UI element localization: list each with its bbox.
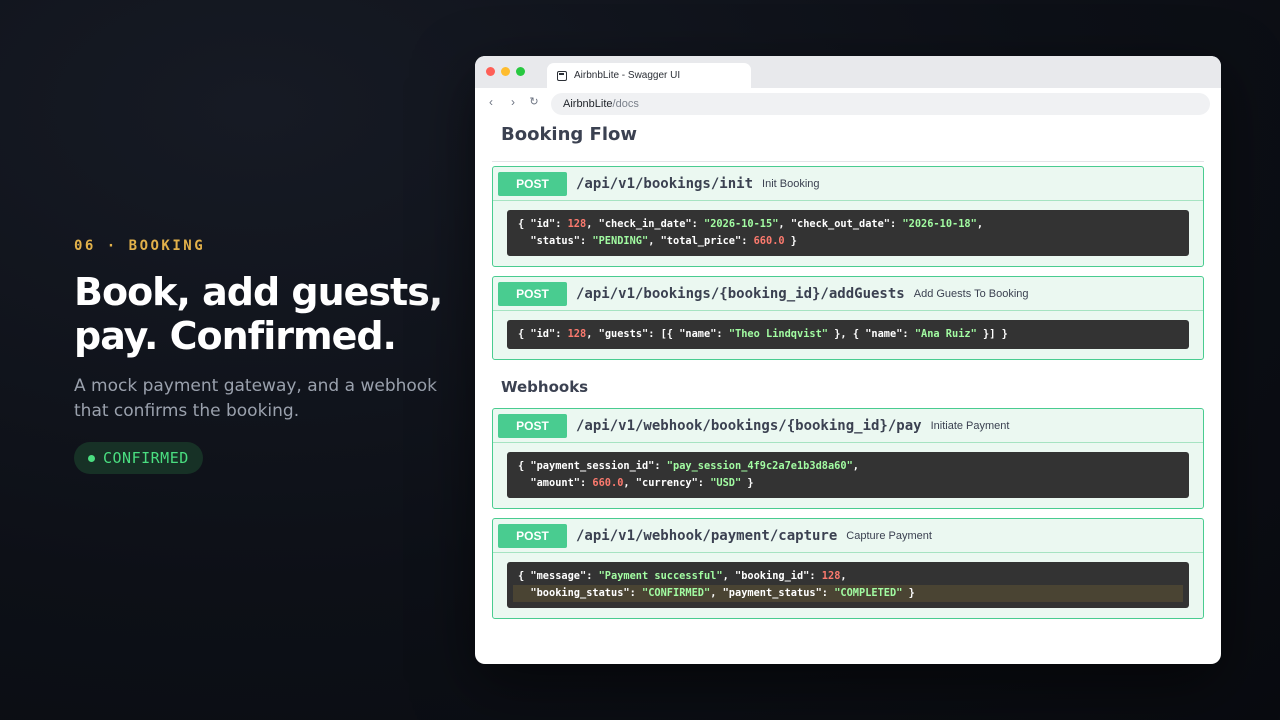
code-line: { "id": 128, "check_in_date": "2026-10-1… xyxy=(518,218,984,230)
back-arrow-icon[interactable]: ‹ xyxy=(485,95,497,109)
operation-header[interactable]: POST /api/v1/bookings/{booking_id}/addGu… xyxy=(493,277,1203,311)
operation-summary: Init Booking xyxy=(762,177,820,190)
subtitle-line-2: that confirms the booking. xyxy=(74,401,300,421)
operation-body: { "message": "Payment successful", "book… xyxy=(493,553,1203,618)
operation-body: { "payment_session_id": "pay_session_4f9… xyxy=(493,443,1203,508)
method-badge: POST xyxy=(498,171,567,196)
hero-panel: 06 · BOOKING Book, add guests, pay. Conf… xyxy=(74,238,454,474)
url-host: AirbnbLite xyxy=(563,98,613,110)
operation-init-booking: POST /api/v1/bookings/init Init Booking … xyxy=(492,166,1204,267)
headline-line-2: pay. Confirmed. xyxy=(74,314,397,358)
address-bar: ‹ › ↻ AirbnbLite/docs xyxy=(475,88,1221,118)
window-controls xyxy=(486,67,525,76)
operation-path: /api/v1/bookings/init xyxy=(576,175,754,192)
operation-header[interactable]: POST /api/v1/webhook/payment/capture Cap… xyxy=(493,519,1203,553)
status-badge: CONFIRMED xyxy=(74,442,203,474)
operation-summary: Initiate Payment xyxy=(930,419,1010,432)
response-code-block: { "id": 128, "guests": [{ "name": "Theo … xyxy=(507,320,1189,349)
operation-capture-payment: POST /api/v1/webhook/payment/capture Cap… xyxy=(492,518,1204,619)
operation-header[interactable]: POST /api/v1/webhook/bookings/{booking_i… xyxy=(493,409,1203,443)
operation-body: { "id": 128, "check_in_date": "2026-10-1… xyxy=(493,201,1203,266)
code-line: "status": "PENDING", "total_price": 660.… xyxy=(518,235,797,247)
subtitle: A mock payment gateway, and a webhook th… xyxy=(74,374,454,424)
operation-path: /api/v1/webhook/bookings/{booking_id}/pa… xyxy=(576,417,922,434)
response-code-block: { "id": 128, "check_in_date": "2026-10-1… xyxy=(507,210,1189,256)
method-badge: POST xyxy=(498,413,567,438)
headline: Book, add guests, pay. Confirmed. xyxy=(74,270,454,358)
forward-arrow-icon[interactable]: › xyxy=(507,95,519,109)
code-line: { "id": 128, "guests": [{ "name": "Theo … xyxy=(518,328,1008,340)
code-line: { "payment_session_id": "pay_session_4f9… xyxy=(518,460,859,472)
tab-title: AirbnbLite - Swagger UI xyxy=(574,70,681,81)
code-line: "amount": 660.0, "currency": "USD" } xyxy=(518,477,754,489)
browser-window: AirbnbLite - Swagger UI ‹ › ↻ AirbnbLite… xyxy=(475,56,1221,664)
operation-body: { "id": 128, "guests": [{ "name": "Theo … xyxy=(493,311,1203,359)
tab-bar: AirbnbLite - Swagger UI xyxy=(475,56,1221,88)
operation-add-guests: POST /api/v1/bookings/{booking_id}/addGu… xyxy=(492,276,1204,360)
tab-favicon-icon xyxy=(557,70,567,81)
response-code-block: { "message": "Payment successful", "book… xyxy=(507,562,1189,608)
browser-tab[interactable]: AirbnbLite - Swagger UI xyxy=(547,63,751,88)
operation-initiate-payment: POST /api/v1/webhook/bookings/{booking_i… xyxy=(492,408,1204,509)
maximize-window-icon[interactable] xyxy=(516,67,525,76)
subtitle-line-1: A mock payment gateway, and a webhook xyxy=(74,376,438,396)
operation-path: /api/v1/webhook/payment/capture xyxy=(576,527,838,544)
highlighted-code-line: "booking_status": "CONFIRMED", "payment_… xyxy=(513,585,1183,602)
method-badge: POST xyxy=(498,281,567,306)
method-badge: POST xyxy=(498,523,567,548)
url-path: /docs xyxy=(612,98,639,110)
code-line: { "message": "Payment successful", "book… xyxy=(518,570,847,582)
operation-header[interactable]: POST /api/v1/bookings/init Init Booking xyxy=(493,167,1203,201)
status-dot-icon xyxy=(88,454,95,462)
reload-icon[interactable]: ↻ xyxy=(528,95,540,109)
swagger-content: Booking Flow POST /api/v1/bookings/init … xyxy=(492,118,1204,619)
operation-summary: Add Guests To Booking xyxy=(913,287,1029,300)
minimize-window-icon[interactable] xyxy=(501,67,510,76)
response-code-block: { "payment_session_id": "pay_session_4f9… xyxy=(507,452,1189,498)
section-title-booking-flow[interactable]: Booking Flow xyxy=(492,118,1204,162)
operation-summary: Capture Payment xyxy=(846,529,932,542)
section-title-webhooks[interactable]: Webhooks xyxy=(492,370,1204,404)
headline-line-1: Book, add guests, xyxy=(74,270,443,314)
status-badge-label: CONFIRMED xyxy=(103,449,189,467)
url-field[interactable]: AirbnbLite/docs xyxy=(551,93,1210,115)
section-eyebrow: 06 · BOOKING xyxy=(74,238,206,254)
close-window-icon[interactable] xyxy=(486,67,495,76)
operation-path: /api/v1/bookings/{booking_id}/addGuests xyxy=(576,285,905,302)
